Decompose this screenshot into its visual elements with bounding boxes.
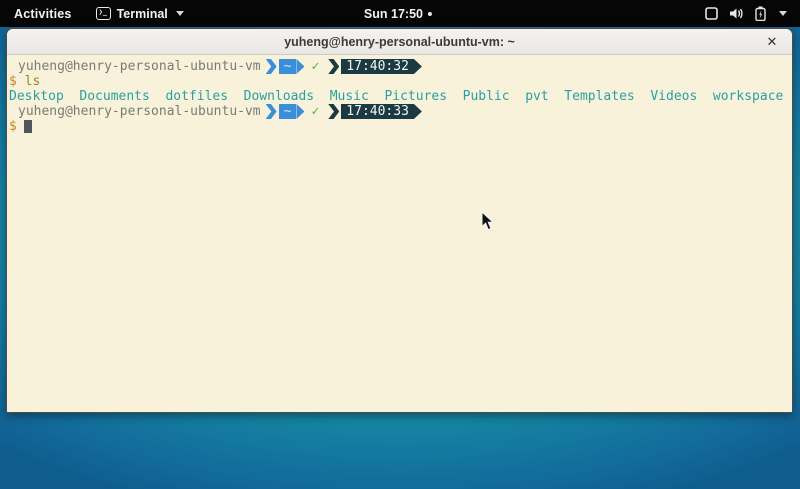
- powerline-chevron-icon: [266, 104, 277, 119]
- app-menu-label: Terminal: [117, 7, 168, 21]
- display-icon: [705, 7, 718, 20]
- window-titlebar[interactable]: yuheng@henry-personal-ubuntu-vm: ~ ✕: [7, 29, 792, 55]
- status-check-icon: ✓: [311, 59, 319, 74]
- directory-item: Videos: [650, 89, 697, 104]
- directory-item: dotfiles: [165, 89, 228, 104]
- terminal-window: yuheng@henry-personal-ubuntu-vm: ~ ✕ yuh…: [6, 28, 793, 413]
- notification-dot-icon: [428, 12, 432, 16]
- powerline-arrow-icon: [296, 104, 304, 119]
- caret-down-icon: [779, 11, 787, 16]
- volume-icon: [729, 7, 744, 20]
- clock-button[interactable]: Sun 17:50: [364, 0, 432, 27]
- directory-item: Public: [463, 89, 510, 104]
- directory-item: Documents: [79, 89, 149, 104]
- prompt-symbol: $: [9, 74, 17, 89]
- status-check-icon: ✓: [311, 104, 319, 119]
- prompt-cwd: ~: [279, 59, 297, 74]
- prompt-cwd: ~: [279, 104, 297, 119]
- ls-output: Desktop Documents dotfiles Downloads Music Pi…: [9, 89, 792, 104]
- powerline-arrow-icon: [414, 59, 422, 74]
- current-input-line: $: [9, 119, 792, 134]
- directory-item: workspace: [713, 89, 783, 104]
- directory-item: Music: [330, 89, 369, 104]
- command-line: $ ls: [9, 74, 792, 89]
- directory-item: Desktop: [9, 89, 64, 104]
- activities-label: Activities: [14, 7, 72, 21]
- prompt-line: yuheng@henry-personal-ubuntu-vm ~ ✓ 17:4…: [9, 59, 792, 74]
- app-menu-terminal[interactable]: ❯_ Terminal: [86, 0, 194, 27]
- prompt-symbol: $: [9, 119, 17, 134]
- terminal-cursor: [24, 120, 32, 133]
- terminal-app-icon: ❯_: [96, 7, 111, 20]
- prompt-user-host: yuheng@henry-personal-ubuntu-vm: [18, 59, 261, 74]
- prompt-time: 17:40:32: [341, 59, 414, 74]
- battery-charging-icon: [755, 6, 766, 21]
- powerline-arrow-icon: [296, 59, 304, 74]
- clock-label: Sun 17:50: [364, 7, 423, 21]
- command-text: ls: [25, 74, 41, 89]
- terminal-content[interactable]: yuheng@henry-personal-ubuntu-vm ~ ✓ 17:4…: [7, 55, 792, 413]
- directory-item: Pictures: [384, 89, 447, 104]
- directory-item: Downloads: [244, 89, 314, 104]
- powerline-chevron-icon: [328, 104, 339, 119]
- powerline-arrow-icon: [414, 104, 422, 119]
- prompt-user-host: yuheng@henry-personal-ubuntu-vm: [18, 104, 261, 119]
- close-button[interactable]: ✕: [760, 30, 784, 54]
- system-tray[interactable]: [692, 0, 800, 27]
- activities-button[interactable]: Activities: [0, 0, 86, 27]
- powerline-chevron-icon: [328, 59, 339, 74]
- directory-item: pvt: [525, 89, 548, 104]
- mouse-cursor-icon: [481, 211, 494, 231]
- powerline-chevron-icon: [266, 59, 277, 74]
- window-title: yuheng@henry-personal-ubuntu-vm: ~: [284, 35, 515, 49]
- top-bar: Activities ❯_ Terminal Sun 17:50: [0, 0, 800, 27]
- prompt-time: 17:40:33: [341, 104, 414, 119]
- caret-down-icon: [176, 11, 184, 16]
- directory-item: Templates: [564, 89, 634, 104]
- prompt-line: yuheng@henry-personal-ubuntu-vm ~ ✓ 17:4…: [9, 104, 792, 119]
